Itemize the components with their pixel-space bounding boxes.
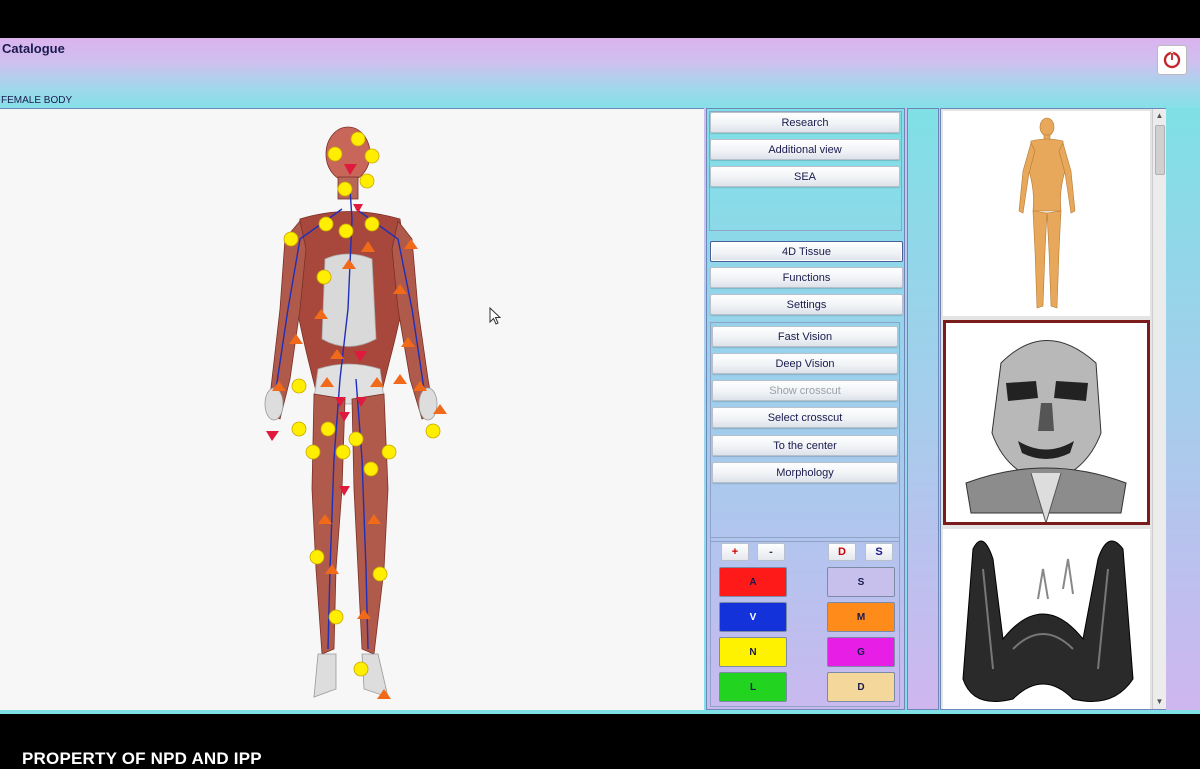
body-subtitle: FEMALE BODY — [1, 95, 73, 106]
scroll-thumb[interactable] — [1155, 125, 1165, 175]
sea-button[interactable]: SEA — [710, 166, 900, 187]
control-panel: Research Additional view SEA 4D Tissue F… — [706, 108, 905, 710]
show-crosscut-button[interactable]: Show crosscut — [712, 380, 898, 401]
deep-vision-button[interactable]: Deep Vision — [712, 353, 898, 374]
settings-button[interactable]: Settings — [710, 294, 903, 315]
scroll-down-arrow-icon[interactable]: ▼ — [1153, 695, 1166, 708]
app-frame: Catalogue FEMALE BODY PROPERTY OF NPD AN… — [0, 0, 1200, 768]
zoom-in-button[interactable]: + — [721, 543, 749, 561]
d-mode-button[interactable]: D — [828, 543, 856, 561]
exit-button[interactable] — [1157, 45, 1187, 75]
head-muscles-thumbnail[interactable] — [943, 320, 1150, 525]
functions-button[interactable]: Functions — [710, 267, 903, 288]
catalogue-window: Catalogue FEMALE BODY PROPERTY OF NPD AN… — [0, 38, 1200, 768]
right-margin-strip — [1166, 108, 1200, 710]
thumbnail-scrollbar[interactable]: ▲ ▼ — [1152, 109, 1166, 709]
arteries-layer-button[interactable]: A — [719, 567, 787, 597]
scroll-up-arrow-icon[interactable]: ▲ — [1153, 109, 1166, 122]
thumbnail-list[interactable]: ▲ ▼ — [940, 108, 1166, 710]
top-black-bar — [0, 0, 1200, 38]
nerves-layer-button[interactable]: N — [719, 637, 787, 667]
power-icon — [1163, 51, 1181, 69]
window-header: Catalogue FEMALE BODY — [0, 38, 1200, 108]
dermis-layer-button[interactable]: D — [827, 672, 895, 702]
fast-vision-button[interactable]: Fast Vision — [712, 326, 898, 347]
lymph-layer-button[interactable]: L — [719, 672, 787, 702]
veins-layer-button[interactable]: V — [719, 602, 787, 632]
anatomy-viewer[interactable]: PROPERTY OF NPD AND IPP — [0, 108, 704, 768]
side-strip — [907, 108, 939, 710]
watermark-text: PROPERTY OF NPD AND IPP — [22, 749, 262, 768]
skeleton-layer-button[interactable]: S — [827, 567, 895, 597]
additional-view-button[interactable]: Additional view — [710, 139, 900, 160]
female-body-muscle-model[interactable] — [0, 109, 704, 711]
window-title: Catalogue — [2, 41, 65, 56]
4d-tissue-button[interactable]: 4D Tissue — [710, 241, 903, 262]
female-body-thumbnail[interactable] — [943, 111, 1150, 316]
morphology-button[interactable]: Morphology — [712, 462, 898, 483]
to-the-center-button[interactable]: To the center — [712, 435, 898, 456]
thyroid-gland-thumbnail[interactable] — [943, 529, 1150, 709]
s-mode-button[interactable]: S — [865, 543, 893, 561]
research-button[interactable]: Research — [710, 112, 900, 133]
pointer-cursor-icon — [489, 306, 503, 332]
select-crosscut-button[interactable]: Select crosscut — [712, 407, 898, 428]
muscles-layer-button[interactable]: M — [827, 602, 895, 632]
zoom-out-button[interactable]: - — [757, 543, 785, 561]
glands-layer-button[interactable]: G — [827, 637, 895, 667]
